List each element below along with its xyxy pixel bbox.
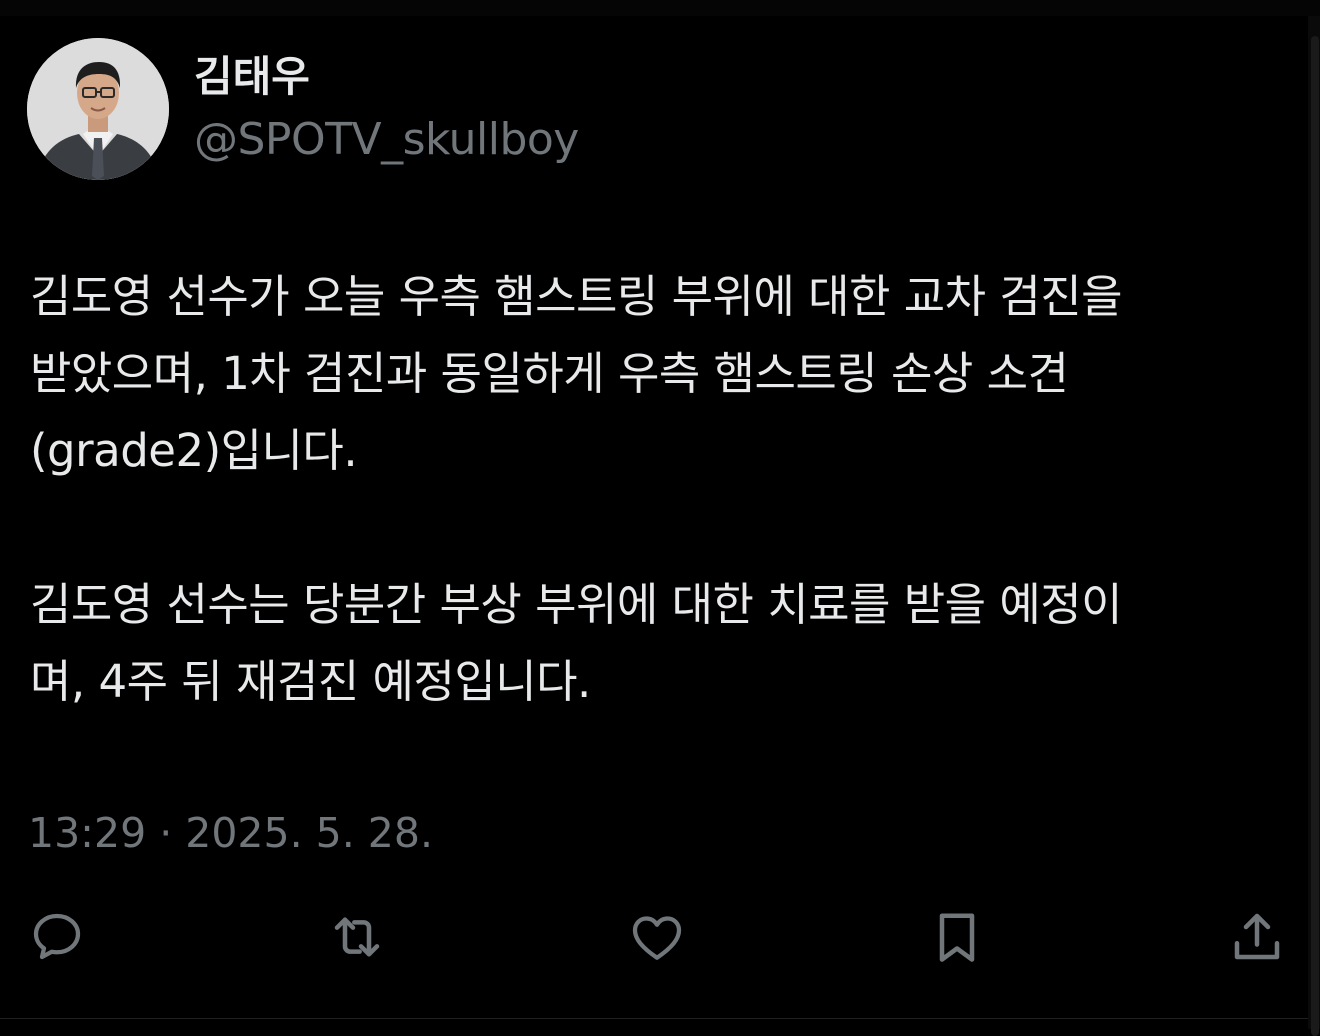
display-name[interactable]: 김태우 [194, 52, 310, 102]
like-button[interactable] [620, 900, 694, 974]
tweet-timestamp[interactable]: 13:29 · 2025. 5. 28. [28, 808, 433, 858]
tweet-paragraph: 김도영 선수가 오늘 우측 햄스트링 부위에 대한 교차 검진을 받았으며, 1… [30, 258, 1290, 489]
tweet-text-line: 받았으며, 1차 검진과 동일하게 우측 햄스트링 손상 소견 [30, 347, 1069, 400]
tweet-text-line: 김도영 선수는 당분간 부상 부위에 대한 치료를 받을 예정이 [30, 578, 1123, 631]
divider [0, 1018, 1308, 1019]
reply-icon [33, 913, 81, 960]
scrollbar-thumb[interactable] [1311, 36, 1319, 1036]
reply-button[interactable] [20, 900, 94, 974]
user-handle[interactable]: @SPOTV_skullboy [194, 113, 579, 167]
heart-icon [632, 916, 682, 960]
tweet-text-line: 김도영 선수가 오늘 우측 햄스트링 부위에 대한 교차 검진을 [30, 270, 1123, 323]
tweet-detail: 김태우 @SPOTV_skullboy 김도영 선수가 오늘 우측 햄스트링 부… [0, 0, 1308, 1029]
tweet-text: 김도영 선수가 오늘 우측 햄스트링 부위에 대한 교차 검진을 받았으며, 1… [30, 258, 1290, 720]
avatar-image [27, 38, 169, 180]
share-button[interactable] [1220, 900, 1294, 974]
retweet-icon [334, 917, 380, 957]
retweet-button[interactable] [320, 900, 394, 974]
share-icon [1234, 913, 1280, 960]
tweet-paragraph: 김도영 선수는 당분간 부상 부위에 대한 치료를 받을 예정이 며, 4주 뒤… [30, 566, 1290, 720]
avatar[interactable] [27, 38, 169, 180]
bookmark-button[interactable] [920, 900, 994, 974]
bookmark-icon [939, 913, 975, 962]
scrollbar-track[interactable] [1308, 16, 1320, 1036]
tweet-text-line: 며, 4주 뒤 재검진 예정입니다. [30, 655, 591, 708]
action-bar [0, 900, 1308, 974]
tweet-text-line: (grade2)입니다. [30, 424, 358, 477]
